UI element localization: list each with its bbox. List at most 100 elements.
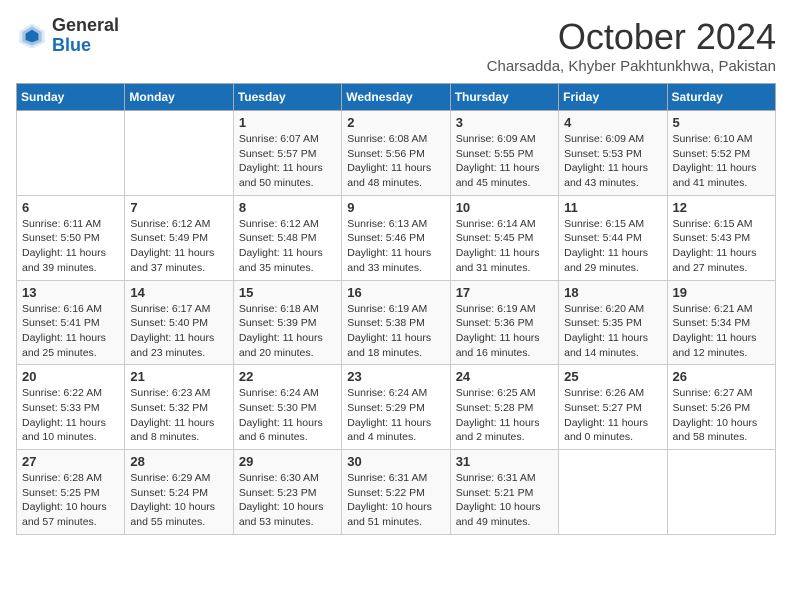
day-header-sunday: Sunday [17, 84, 125, 111]
day-info: Sunrise: 6:13 AMSunset: 5:46 PMDaylight:… [347, 217, 444, 276]
day-number: 28 [130, 454, 227, 469]
day-number: 19 [673, 285, 770, 300]
calendar-cell [667, 450, 775, 535]
day-number: 12 [673, 200, 770, 215]
calendar-cell: 18Sunrise: 6:20 AMSunset: 5:35 PMDayligh… [559, 280, 667, 365]
day-info: Sunrise: 6:21 AMSunset: 5:34 PMDaylight:… [673, 302, 770, 361]
main-title: October 2024 [487, 16, 776, 58]
calendar-cell: 12 Sunrise: 6:15 AMSunset: 5:43 PMDayligh… [667, 195, 775, 280]
day-number: 27 [22, 454, 119, 469]
calendar-cell: 28 Sunrise: 6:29 AMSunset: 5:24 PMDayligh… [125, 450, 233, 535]
calendar-table: SundayMondayTuesdayWednesdayThursdayFrid… [16, 83, 776, 535]
logo-blue-text: Blue [52, 36, 119, 56]
calendar-cell: 26 Sunrise: 6:27 AMSunset: 5:26 PMDayligh… [667, 365, 775, 450]
day-number: 31 [456, 454, 553, 469]
day-info: Sunrise: 6:15 AMSunset: 5:44 PMDaylight:… [564, 217, 661, 276]
day-header-friday: Friday [559, 84, 667, 111]
calendar-cell [17, 111, 125, 196]
calendar-cell: 6Sunrise: 6:11 AMSunset: 5:50 PMDaylight… [17, 195, 125, 280]
week-row-3: 13Sunrise: 6:16 AMSunset: 5:41 PMDayligh… [17, 280, 776, 365]
calendar-cell: 5Sunrise: 6:10 AMSunset: 5:52 PMDaylight… [667, 111, 775, 196]
day-header-monday: Monday [125, 84, 233, 111]
day-number: 6 [22, 200, 119, 215]
day-number: 4 [564, 115, 661, 130]
week-row-4: 20Sunrise: 6:22 AMSunset: 5:33 PMDayligh… [17, 365, 776, 450]
day-number: 11 [564, 200, 661, 215]
subtitle: Charsadda, Khyber Pakhtunkhwa, Pakistan [487, 58, 776, 75]
days-row: SundayMondayTuesdayWednesdayThursdayFrid… [17, 84, 776, 111]
calendar-cell: 20Sunrise: 6:22 AMSunset: 5:33 PMDayligh… [17, 365, 125, 450]
calendar-cell: 13Sunrise: 6:16 AMSunset: 5:41 PMDayligh… [17, 280, 125, 365]
calendar-cell: 4 Sunrise: 6:09 AMSunset: 5:53 PMDaylight… [559, 111, 667, 196]
day-header-thursday: Thursday [450, 84, 558, 111]
calendar-cell: 14Sunrise: 6:17 AMSunset: 5:40 PMDayligh… [125, 280, 233, 365]
day-number: 9 [347, 200, 444, 215]
logo-icon [16, 20, 48, 52]
day-info: Sunrise: 6:07 AMSunset: 5:57 PMDaylight:… [239, 132, 336, 191]
day-number: 7 [130, 200, 227, 215]
day-number: 24 [456, 369, 553, 384]
calendar-cell: 16Sunrise: 6:19 AMSunset: 5:38 PMDayligh… [342, 280, 450, 365]
calendar-cell: 1 Sunrise: 6:07 AMSunset: 5:57 PMDaylight… [233, 111, 341, 196]
calendar-cell: 17Sunrise: 6:19 AMSunset: 5:36 PMDayligh… [450, 280, 558, 365]
title-area: October 2024 Charsadda, Khyber Pakhtunkh… [487, 16, 776, 75]
day-info: Sunrise: 6:20 AMSunset: 5:35 PMDaylight:… [564, 302, 661, 361]
calendar-header: SundayMondayTuesdayWednesdayThursdayFrid… [17, 84, 776, 111]
day-number: 13 [22, 285, 119, 300]
calendar-cell: 29 Sunrise: 6:30 AMSunset: 5:23 PMDayligh… [233, 450, 341, 535]
calendar-cell: 2Sunrise: 6:08 AMSunset: 5:56 PMDaylight… [342, 111, 450, 196]
day-info: Sunrise: 6:25 AMSunset: 5:28 PMDaylight:… [456, 386, 553, 445]
day-number: 1 [239, 115, 336, 130]
calendar-cell [559, 450, 667, 535]
calendar-cell: 9 Sunrise: 6:13 AMSunset: 5:46 PMDaylight… [342, 195, 450, 280]
day-info: Sunrise: 6:28 AMSunset: 5:25 PMDaylight:… [22, 471, 119, 530]
calendar-cell: 3 Sunrise: 6:09 AMSunset: 5:55 PMDaylight… [450, 111, 558, 196]
day-info: Sunrise: 6:12 AMSunset: 5:49 PMDaylight:… [130, 217, 227, 276]
day-info: Sunrise: 6:17 AMSunset: 5:40 PMDaylight:… [130, 302, 227, 361]
calendar-cell [125, 111, 233, 196]
calendar-body: 1 Sunrise: 6:07 AMSunset: 5:57 PMDaylight… [17, 111, 776, 535]
calendar-cell: 21 Sunrise: 6:23 AMSunset: 5:32 PMDayligh… [125, 365, 233, 450]
day-info: Sunrise: 6:09 AMSunset: 5:55 PMDaylight:… [456, 132, 553, 191]
day-info: Sunrise: 6:08 AMSunset: 5:56 PMDaylight:… [347, 132, 444, 191]
day-number: 22 [239, 369, 336, 384]
day-info: Sunrise: 6:09 AMSunset: 5:53 PMDaylight:… [564, 132, 661, 191]
day-info: Sunrise: 6:23 AMSunset: 5:32 PMDaylight:… [130, 386, 227, 445]
calendar-cell: 23Sunrise: 6:24 AMSunset: 5:29 PMDayligh… [342, 365, 450, 450]
day-info: Sunrise: 6:24 AMSunset: 5:30 PMDaylight:… [239, 386, 336, 445]
day-info: Sunrise: 6:14 AMSunset: 5:45 PMDaylight:… [456, 217, 553, 276]
calendar-cell: 31Sunrise: 6:31 AMSunset: 5:21 PMDayligh… [450, 450, 558, 535]
day-number: 21 [130, 369, 227, 384]
day-info: Sunrise: 6:30 AMSunset: 5:23 PMDaylight:… [239, 471, 336, 530]
day-info: Sunrise: 6:29 AMSunset: 5:24 PMDaylight:… [130, 471, 227, 530]
day-number: 17 [456, 285, 553, 300]
week-row-1: 1 Sunrise: 6:07 AMSunset: 5:57 PMDaylight… [17, 111, 776, 196]
day-number: 26 [673, 369, 770, 384]
day-info: Sunrise: 6:18 AMSunset: 5:39 PMDaylight:… [239, 302, 336, 361]
calendar-cell: 25 Sunrise: 6:26 AMSunset: 5:27 PMDayligh… [559, 365, 667, 450]
day-number: 23 [347, 369, 444, 384]
calendar-cell: 19 Sunrise: 6:21 AMSunset: 5:34 PMDayligh… [667, 280, 775, 365]
day-info: Sunrise: 6:15 AMSunset: 5:43 PMDaylight:… [673, 217, 770, 276]
day-number: 3 [456, 115, 553, 130]
logo-general-text: General [52, 16, 119, 36]
logo: General Blue [16, 16, 119, 56]
calendar-cell: 15Sunrise: 6:18 AMSunset: 5:39 PMDayligh… [233, 280, 341, 365]
day-info: Sunrise: 6:31 AMSunset: 5:22 PMDaylight:… [347, 471, 444, 530]
calendar-cell: 11 Sunrise: 6:15 AMSunset: 5:44 PMDayligh… [559, 195, 667, 280]
week-row-5: 27 Sunrise: 6:28 AMSunset: 5:25 PMDayligh… [17, 450, 776, 535]
day-number: 25 [564, 369, 661, 384]
day-number: 29 [239, 454, 336, 469]
calendar-cell: 22 Sunrise: 6:24 AMSunset: 5:30 PMDayligh… [233, 365, 341, 450]
calendar-cell: 10Sunrise: 6:14 AMSunset: 5:45 PMDayligh… [450, 195, 558, 280]
day-info: Sunrise: 6:10 AMSunset: 5:52 PMDaylight:… [673, 132, 770, 191]
calendar-cell: 30 Sunrise: 6:31 AMSunset: 5:22 PMDayligh… [342, 450, 450, 535]
logo-text: General Blue [52, 16, 119, 56]
day-info: Sunrise: 6:27 AMSunset: 5:26 PMDaylight:… [673, 386, 770, 445]
day-number: 30 [347, 454, 444, 469]
day-info: Sunrise: 6:22 AMSunset: 5:33 PMDaylight:… [22, 386, 119, 445]
day-number: 16 [347, 285, 444, 300]
calendar-cell: 24 Sunrise: 6:25 AMSunset: 5:28 PMDayligh… [450, 365, 558, 450]
day-header-saturday: Saturday [667, 84, 775, 111]
day-info: Sunrise: 6:26 AMSunset: 5:27 PMDaylight:… [564, 386, 661, 445]
